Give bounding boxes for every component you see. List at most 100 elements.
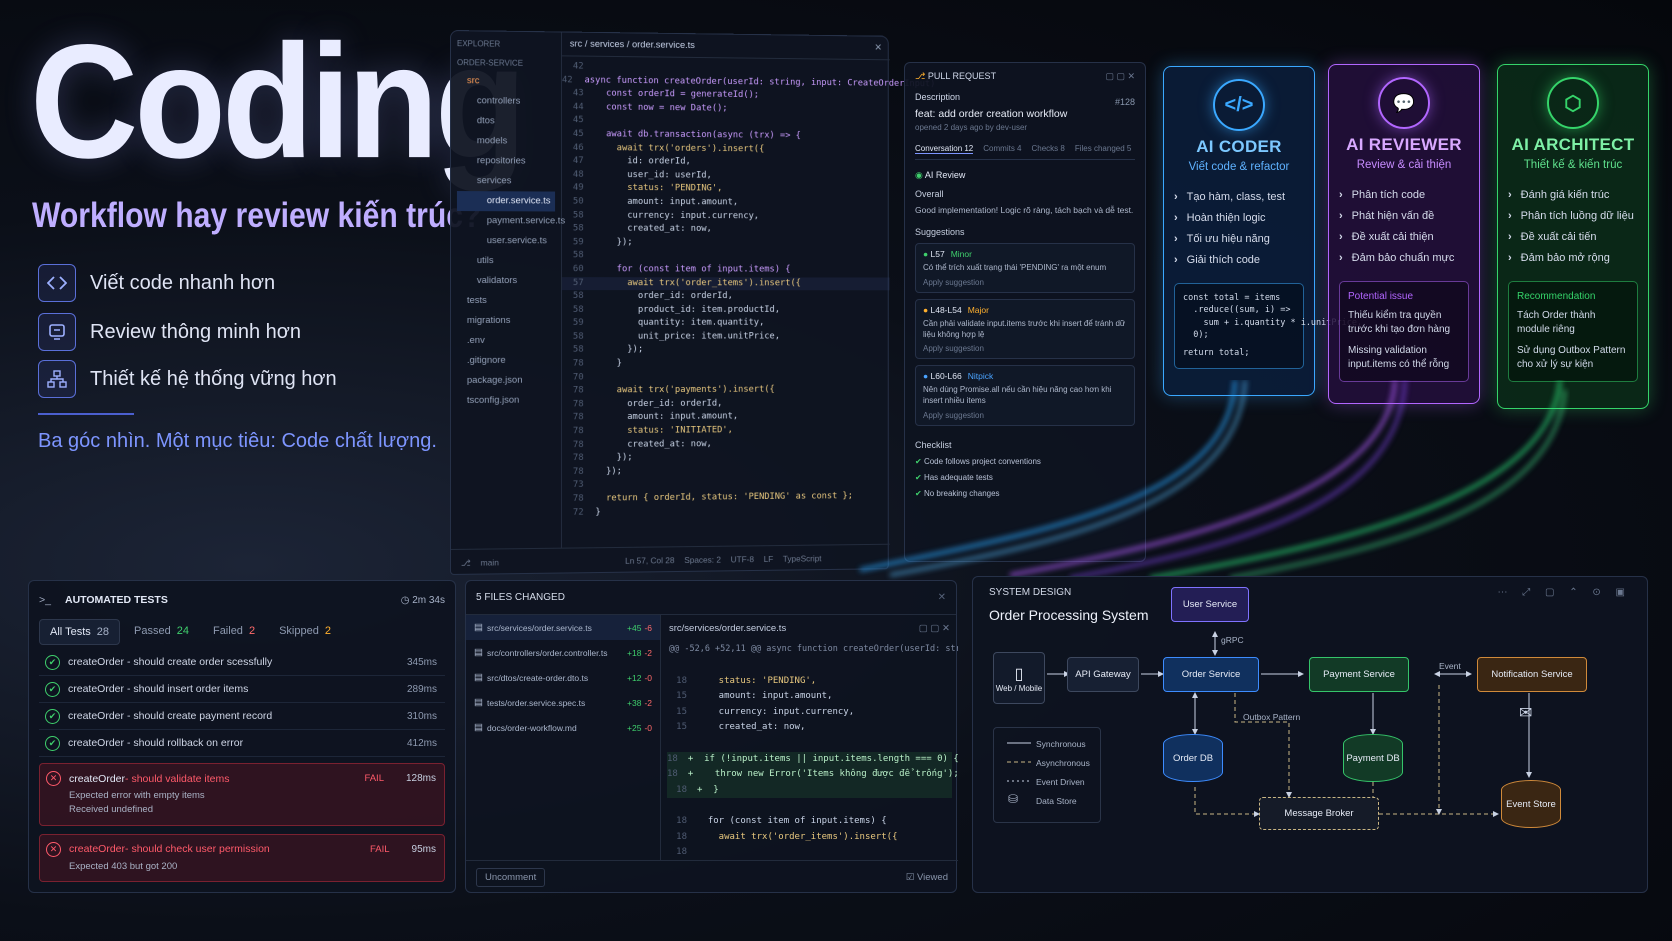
diff-line bbox=[667, 658, 952, 674]
node-order-db[interactable]: Order DB bbox=[1163, 734, 1223, 782]
files-changed-panel: 5 FILES CHANGED ✕ ▤ src/services/order.s… bbox=[465, 580, 957, 893]
tree-item[interactable]: utils bbox=[457, 251, 555, 271]
ai-card-ai-architect[interactable]: ⬡ AI ARCHITECT Thiết kế & kiến trúc Đánh gi… bbox=[1497, 64, 1649, 409]
cursor-position[interactable]: Ln 57, Col 28 bbox=[625, 555, 674, 566]
tree-item[interactable]: models bbox=[457, 131, 555, 152]
test-name: - should check user permission bbox=[125, 843, 270, 855]
test-tab-skipped[interactable]: Skipped 2 bbox=[269, 619, 341, 645]
tree-item[interactable]: order.service.ts bbox=[457, 191, 555, 211]
changed-file-row[interactable]: ▤ tests/order.service.spec.ts +38 -2 bbox=[466, 690, 660, 715]
tree-item[interactable]: user.service.ts bbox=[457, 231, 555, 251]
tree-item[interactable]: src bbox=[457, 71, 555, 92]
apply-suggestion-button[interactable]: Apply suggestion bbox=[923, 278, 1127, 287]
line-number bbox=[667, 658, 687, 674]
line-number: 18 bbox=[667, 783, 687, 799]
tree-item[interactable]: services bbox=[457, 171, 555, 192]
node-api-gateway[interactable]: API Gateway bbox=[1067, 657, 1139, 692]
changed-file-row[interactable]: ▤ src/dtos/create-order.dto.ts +12 -0 bbox=[466, 665, 660, 690]
tree-item[interactable]: package.json bbox=[457, 371, 555, 391]
code-text: amount: input.amount, bbox=[595, 411, 738, 425]
tree-item[interactable]: tests bbox=[457, 291, 555, 311]
diff-line bbox=[667, 798, 952, 814]
test-tab-failed[interactable]: Failed 2 bbox=[203, 619, 265, 645]
pr-tab[interactable]: Files changed 5 bbox=[1075, 144, 1131, 154]
close-icon[interactable]: ✕ bbox=[874, 42, 882, 53]
apply-suggestion-button[interactable]: Apply suggestion bbox=[923, 344, 1127, 353]
test-row[interactable]: ✔ createOrder - should create order scess… bbox=[39, 649, 445, 676]
failed-test-row[interactable]: ✕ createOrder - should validate items FAIL… bbox=[39, 763, 445, 826]
file-icon: ▤ bbox=[474, 672, 483, 683]
tree-item-label: user.service.ts bbox=[487, 235, 547, 246]
tab-label: All Tests bbox=[50, 626, 91, 638]
detail-box-title: Recommendation bbox=[1517, 290, 1629, 305]
tree-item[interactable]: .env bbox=[457, 331, 555, 351]
diff-view: src/services/order.service.ts ▢ ▢ ✕ @@ -5… bbox=[661, 615, 958, 860]
diff-text: for (const item of input.items) { bbox=[697, 814, 887, 830]
changed-file-list: ▤ src/services/order.service.ts +45 -6 ▤ sr… bbox=[466, 615, 661, 860]
tree-item-label: migrations bbox=[467, 315, 510, 326]
indent-setting[interactable]: Spaces: 2 bbox=[684, 555, 721, 565]
tree-item[interactable]: .gitignore bbox=[457, 351, 555, 371]
code-text: }); bbox=[595, 452, 632, 466]
ai-card-ai-reviewer[interactable]: 💬 AI REVIEWER Review & cải thiện Phân tích … bbox=[1328, 64, 1480, 404]
tree-item[interactable]: migrations bbox=[457, 311, 555, 331]
file-path: tests/order.service.spec.ts bbox=[487, 698, 585, 708]
node-payment-db[interactable]: Payment DB bbox=[1343, 734, 1403, 782]
changed-file-row[interactable]: ▤ docs/order-workflow.md +25 -0 bbox=[466, 715, 660, 740]
pass-icon: ✔ bbox=[45, 709, 60, 724]
node-message-broker[interactable]: Message Broker bbox=[1259, 797, 1379, 830]
tree-item-label: services bbox=[477, 175, 512, 186]
node-order-service[interactable]: Order Service bbox=[1163, 657, 1259, 692]
node-event-store[interactable]: Event Store bbox=[1501, 780, 1561, 828]
test-tab-passed[interactable]: Passed 24 bbox=[124, 619, 199, 645]
test-row[interactable]: ✔ createOrder - should rollback on error 4… bbox=[39, 730, 445, 757]
code-pane[interactable]: src / services / order.service.ts ✕ 42 42 a… bbox=[562, 32, 890, 547]
pr-tab[interactable]: Checks 8 bbox=[1032, 144, 1065, 154]
test-row[interactable]: ✔ createOrder - should insert order items… bbox=[39, 676, 445, 703]
datastore-icon: ⛁ bbox=[1008, 792, 1018, 806]
eol[interactable]: LF bbox=[764, 554, 774, 564]
node-client[interactable]: ▯ Web / Mobile bbox=[993, 652, 1045, 704]
tree-item[interactable]: validators bbox=[457, 271, 555, 291]
ai-card-ai-coder[interactable]: </> AI CODER Viết code & refactor Tạo hàm, … bbox=[1163, 66, 1315, 396]
line-number: 59 bbox=[562, 236, 584, 250]
node-notification-service[interactable]: Notification Service bbox=[1477, 657, 1587, 692]
feature-label: Thiết kế hệ thống vững hơn bbox=[90, 368, 337, 391]
terminal-icon: >_ bbox=[39, 594, 51, 606]
pr-tab[interactable]: Conversation 12 bbox=[915, 144, 973, 154]
language-mode[interactable]: TypeScript bbox=[783, 553, 822, 563]
additions-count: +12 bbox=[627, 673, 641, 683]
node-user-service[interactable]: User Service bbox=[1171, 587, 1249, 622]
window-controls[interactable]: ▢ ▢ ✕ bbox=[1105, 71, 1135, 82]
code-text: }); bbox=[595, 465, 622, 479]
tree-item[interactable]: repositories bbox=[457, 151, 555, 172]
branch-name[interactable]: main bbox=[481, 557, 499, 567]
line-number: 46 bbox=[562, 141, 584, 155]
changed-file-row[interactable]: ▤ src/controllers/order.controller.ts +18… bbox=[466, 640, 660, 665]
test-row[interactable]: ✔ createOrder - should create payment rec… bbox=[39, 703, 445, 730]
changed-file-row[interactable]: ▤ src/services/order.service.ts +45 -6 bbox=[466, 615, 660, 640]
line-number: 45 bbox=[562, 114, 584, 128]
uncomment-button[interactable]: Uncomment bbox=[476, 868, 545, 887]
tree-item[interactable]: payment.service.ts bbox=[457, 211, 555, 231]
tree-item-label: controllers bbox=[477, 95, 520, 106]
node-payment-service[interactable]: Payment Service bbox=[1309, 657, 1409, 692]
encoding[interactable]: UTF-8 bbox=[731, 554, 754, 564]
ai-card-title: AI ARCHITECT bbox=[1508, 135, 1638, 155]
failed-test-row[interactable]: ✕ createOrder - should check user permiss… bbox=[39, 834, 445, 882]
tree-item[interactable]: tsconfig.json bbox=[457, 391, 555, 411]
code-text: id: orderId, bbox=[595, 155, 690, 169]
ai-review-label: AI Review bbox=[925, 170, 966, 180]
viewed-checkbox[interactable]: ☑ Viewed bbox=[906, 872, 948, 883]
file-path: src/dtos/create-order.dto.ts bbox=[487, 673, 588, 683]
close-icon[interactable]: ✕ bbox=[938, 592, 946, 603]
line-number: 18 bbox=[667, 814, 687, 830]
code-line: 58 currency: input.currency, bbox=[562, 209, 890, 224]
tree-item[interactable]: dtos bbox=[457, 111, 555, 132]
suggestion-text: Có thể trích xuất trạng thái 'PENDING' r… bbox=[923, 263, 1127, 274]
tree-item[interactable]: controllers bbox=[457, 91, 555, 112]
diff-controls[interactable]: ▢ ▢ ✕ bbox=[919, 623, 950, 634]
pr-tab[interactable]: Commits 4 bbox=[983, 144, 1021, 154]
test-tab-all-tests[interactable]: All Tests 28 bbox=[39, 619, 120, 645]
suggestions-label: Suggestions bbox=[915, 227, 1135, 237]
